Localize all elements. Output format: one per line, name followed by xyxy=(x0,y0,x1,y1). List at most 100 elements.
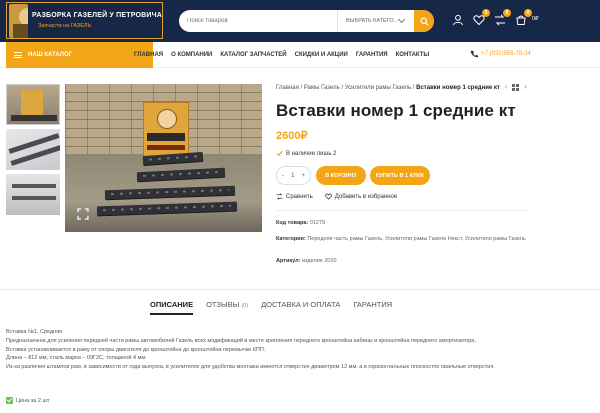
product-thumbnail-1[interactable] xyxy=(6,84,60,125)
tab-description[interactable]: ОПИСАНИЕ xyxy=(150,300,194,315)
nav-item-sales[interactable]: СКИДКИ И АКЦИИ xyxy=(295,52,348,58)
tab-reviews-count: (0) xyxy=(241,303,249,309)
logo-title: РАЗБОРКА ГАЗЕЛЕЙ У ПЕТРОВИЧА xyxy=(31,12,162,19)
add-to-cart-button[interactable]: В КОРЗИНУ xyxy=(316,166,366,185)
stock-status: В наличии лишь 2 xyxy=(276,150,336,157)
site-header: РАЗБОРКА ГАЗЕЛЕЙ У ПЕТРОВИЧА Запчасти на… xyxy=(0,0,600,42)
logo-mascot-image xyxy=(9,3,28,38)
logo-poster xyxy=(143,102,189,160)
prev-product-icon[interactable]: ‹ xyxy=(505,84,507,91)
tab-reviews-label: ОТЗЫВЫ xyxy=(206,300,240,309)
catalog-label: НАШ КАТАЛОГ xyxy=(28,52,73,58)
article-label: Артикул: xyxy=(276,258,301,264)
breadcrumb-level1[interactable]: Рамы Газель xyxy=(304,85,340,91)
price-note-text: Цена за 2 шт xyxy=(16,397,50,404)
check-icon xyxy=(276,150,283,157)
description-line: Вставка №1. Средняя xyxy=(6,329,63,335)
search-input[interactable] xyxy=(179,18,329,24)
breadcrumb-current: Вставки номер 1 средние кт xyxy=(416,85,500,91)
zoom-icon[interactable] xyxy=(77,208,89,220)
price-note: Цена за 2 шт xyxy=(6,397,49,404)
product-price: 2600₽ xyxy=(276,130,308,142)
wishlist-label: Добавить в избранное xyxy=(334,193,398,200)
search-icon xyxy=(419,16,429,26)
breadcrumb-home[interactable]: Главная xyxy=(276,85,299,91)
search-category-select[interactable]: ВЫБРАТЬ КАТЕГО... xyxy=(337,10,412,32)
grid-icon[interactable] xyxy=(512,84,520,91)
cart-total[interactable]: 0₽ xyxy=(532,16,539,22)
wishlist-button[interactable]: 0 xyxy=(473,9,490,26)
menu-icon xyxy=(14,52,22,58)
phone-icon xyxy=(470,50,478,58)
tab-reviews[interactable]: ОТЗЫВЫ (0) xyxy=(206,300,248,315)
product-title: Вставки номер 1 средние кт xyxy=(276,101,516,120)
buy-one-click-button[interactable]: КУПИТЬ В 1 КЛИК xyxy=(370,166,430,185)
header-phone[interactable]: +7 (932)956-78-34 xyxy=(470,50,531,58)
tab-delivery[interactable]: ДОСТАВКА И ОПЛАТА xyxy=(261,300,340,315)
article-value: изделие 2020 xyxy=(301,258,337,264)
product-thumbnails xyxy=(6,84,61,219)
quantity-decrease-button[interactable]: - xyxy=(282,173,284,179)
sku-label: Код товара: xyxy=(276,220,309,226)
nav-menu: ГЛАВНАЯ О КОМПАНИИ КАТАЛОГ ЗАПЧАСТЕЙ СКИ… xyxy=(134,42,429,68)
product-thumbnail-2[interactable] xyxy=(6,129,60,170)
product-description: Вставка №1. Средняя Предназначена для ус… xyxy=(6,328,546,372)
nav-item-home[interactable]: ГЛАВНАЯ xyxy=(134,52,163,58)
phone-number: +7 (932)956-78-34 xyxy=(481,51,531,57)
breadcrumb: Главная / Рамы Газель / Усилители рамы Г… xyxy=(276,85,500,91)
product-navigation: ‹ › xyxy=(505,84,527,91)
cart-button[interactable]: 0 xyxy=(515,9,532,25)
search-category-label: ВЫБРАТЬ КАТЕГО... xyxy=(346,18,399,24)
account-button[interactable] xyxy=(452,13,464,26)
compare-icon xyxy=(276,193,283,200)
product-tabs: ОПИСАНИЕ ОТЗЫВЫ (0) ДОСТАВКА И ОПЛАТА ГА… xyxy=(150,300,392,315)
next-product-icon[interactable]: › xyxy=(524,84,526,91)
compare-count-badge: 0 xyxy=(503,9,511,17)
product-actions: Сравнить Добавить в избранное xyxy=(276,193,397,200)
sku-value: 01279 xyxy=(309,220,326,226)
divider xyxy=(276,210,529,211)
main-navigation: НАШ КАТАЛОГ ГЛАВНАЯ О КОМПАНИИ КАТАЛОГ З… xyxy=(0,42,600,68)
compare-label: Сравнить xyxy=(286,193,313,200)
wishlist-count-badge: 0 xyxy=(482,9,490,17)
quantity-stepper: - 1 + xyxy=(276,166,311,185)
search-bar: ВЫБРАТЬ КАТЕГО... xyxy=(179,10,434,32)
logo-text: РАЗБОРКА ГАЗЕЛЕЙ У ПЕТРОВИЧА Запчасти на… xyxy=(32,12,162,29)
header-icons: 0 0 0 0₽ xyxy=(452,9,539,26)
stock-text: В наличии лишь 2 xyxy=(286,150,337,157)
categories-value[interactable]: Передняя часть рамы Газель, Усилители ра… xyxy=(307,236,525,242)
poster-face xyxy=(157,109,177,129)
tab-warranty[interactable]: ГАРАНТИЯ xyxy=(353,300,392,315)
user-icon xyxy=(453,14,463,26)
nav-item-contacts[interactable]: КОНТАКТЫ xyxy=(396,52,430,58)
quantity-increase-button[interactable]: + xyxy=(301,173,305,179)
categories-label: Категории: xyxy=(276,236,306,242)
cart-count-badge: 0 xyxy=(524,9,532,17)
checkbox-icon xyxy=(6,397,13,404)
chevron-down-icon xyxy=(397,15,406,24)
description-line: Вставка устанавливается в раму от опоры … xyxy=(6,346,266,353)
site-logo[interactable]: РАЗБОРКА ГАЗЕЛЕЙ У ПЕТРОВИЧА Запчасти на… xyxy=(6,2,163,39)
description-line: Длина – 812 мм, сталь марки – 09Г2С, тол… xyxy=(6,355,147,362)
compare-button[interactable]: 0 xyxy=(494,9,511,26)
nav-item-warranty[interactable]: ГАРАНТИЯ xyxy=(356,52,388,58)
product-main-image[interactable] xyxy=(65,84,262,232)
catalog-menu-button[interactable]: НАШ КАТАЛОГ xyxy=(6,42,153,68)
compare-link[interactable]: Сравнить xyxy=(276,193,313,200)
quantity-value[interactable]: 1 xyxy=(291,173,294,179)
product-sku: Код товара: 01279 xyxy=(276,219,325,228)
search-button[interactable] xyxy=(414,10,434,32)
nav-item-about[interactable]: О КОМПАНИИ xyxy=(171,52,212,58)
logo-subtitle: Запчасти на ГАЗЕЛЬ xyxy=(37,23,92,29)
product-categories: Категории: Передняя часть рамы Газель, У… xyxy=(276,235,526,244)
description-line: Из-за различия штампов рам, в зависимост… xyxy=(6,364,495,371)
add-to-wishlist-link[interactable]: Добавить в избранное xyxy=(324,193,398,200)
nav-item-catalog[interactable]: КАТАЛОГ ЗАПЧАСТЕЙ xyxy=(220,52,286,58)
poster-band xyxy=(147,133,185,141)
breadcrumb-level2[interactable]: Усилители рамы Газель xyxy=(345,85,411,91)
divider xyxy=(0,289,600,290)
product-thumbnail-3[interactable] xyxy=(6,174,60,215)
poster-band-red xyxy=(147,145,185,150)
heart-icon xyxy=(324,193,332,200)
description-line: Предназначена для усиления передней част… xyxy=(6,337,476,344)
